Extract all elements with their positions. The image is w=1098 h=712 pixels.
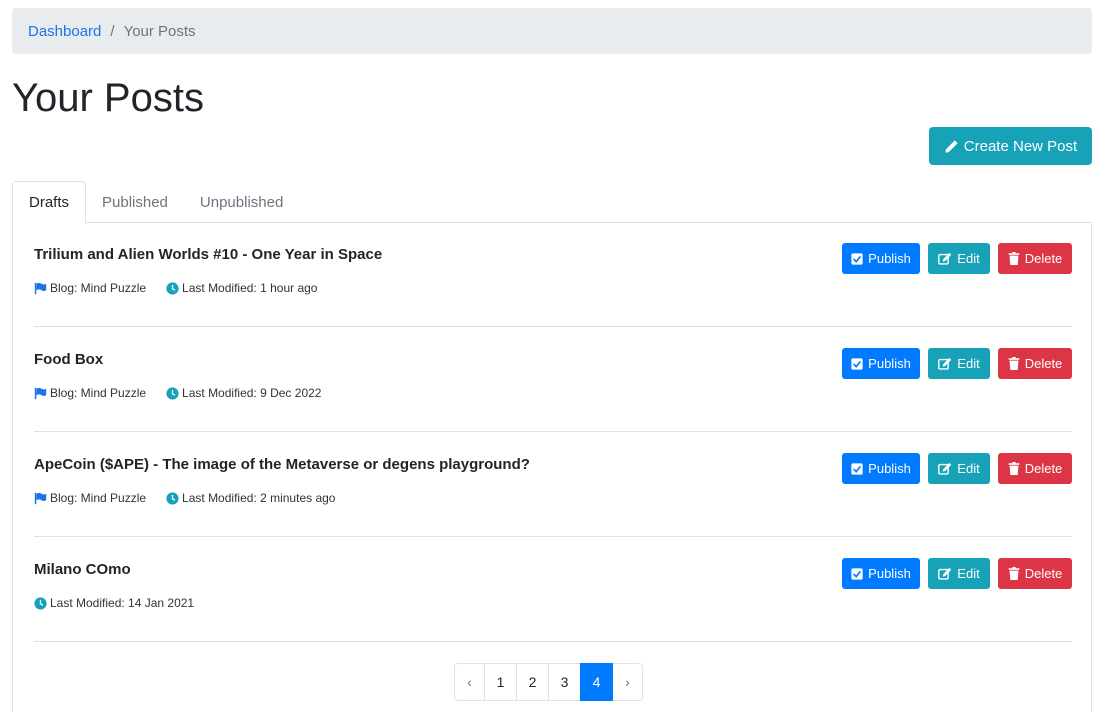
check-square-icon xyxy=(851,462,863,475)
pagination-page-3[interactable]: 3 xyxy=(548,663,581,701)
tab-drafts[interactable]: Drafts xyxy=(12,181,87,224)
post-modified-label: Last Modified: 14 Jan 2021 xyxy=(50,596,195,610)
check-square-icon xyxy=(851,252,863,265)
clock-icon xyxy=(166,281,179,295)
post-actions: Publish Edit Delete xyxy=(842,243,1072,274)
breadcrumb-separator: / xyxy=(110,22,115,40)
tab-unpublished[interactable]: Unpublished xyxy=(184,181,299,223)
post-blog: Blog: Mind Puzzle xyxy=(34,386,146,400)
publish-label: Publish xyxy=(868,566,911,581)
publish-label: Publish xyxy=(868,251,911,266)
check-square-icon xyxy=(851,567,863,580)
edit-icon xyxy=(938,357,952,370)
post-title: Food Box xyxy=(34,351,104,368)
publish-button[interactable]: Publish xyxy=(842,558,920,589)
pencil-icon xyxy=(945,139,958,153)
drafts-panel: Trilium and Alien Worlds #10 - One Year … xyxy=(12,222,1092,712)
publish-button[interactable]: Publish xyxy=(842,348,920,379)
check-square-icon xyxy=(851,357,863,370)
post-blog-label: Blog: Mind Puzzle xyxy=(50,386,147,400)
post-actions: Publish Edit Delete xyxy=(842,348,1072,379)
post-meta: Blog: Mind Puzzle Last Modified: 9 Dec 2… xyxy=(34,386,341,400)
pagination: ‹ 1 2 3 4 › xyxy=(454,663,643,701)
clock-icon xyxy=(166,491,179,505)
breadcrumb-dashboard-link[interactable]: Dashboard xyxy=(28,23,101,40)
pagination-next[interactable]: › xyxy=(612,663,643,701)
delete-label: Delete xyxy=(1024,566,1063,581)
tab-published[interactable]: Published xyxy=(86,181,184,223)
post-title: Milano COmo xyxy=(34,561,131,578)
delete-label: Delete xyxy=(1024,461,1063,476)
post-modified-label: Last Modified: 2 minutes ago xyxy=(182,491,336,505)
trash-icon xyxy=(1008,567,1019,580)
list-item: Food Box Blog: Mind Puzzle Last Modified… xyxy=(34,327,1072,432)
clock-icon xyxy=(34,596,47,610)
delete-button[interactable]: Delete xyxy=(998,453,1072,484)
post-meta: Blog: Mind Puzzle Last Modified: 1 hour … xyxy=(34,281,337,295)
post-meta: Blog: Mind Puzzle Last Modified: 2 minut… xyxy=(34,491,355,505)
delete-button[interactable]: Delete xyxy=(998,558,1072,589)
post-modified: Last Modified: 1 hour ago xyxy=(166,281,317,295)
post-actions: Publish Edit Delete xyxy=(842,558,1072,589)
pagination-page-4[interactable]: 4 xyxy=(580,663,613,701)
clock-icon xyxy=(166,386,179,400)
breadcrumb-current: Your Posts xyxy=(123,22,196,40)
post-blog: Blog: Mind Puzzle xyxy=(34,491,146,505)
flag-icon xyxy=(34,387,47,399)
edit-button[interactable]: Edit xyxy=(928,558,990,589)
edit-label: Edit xyxy=(957,251,980,266)
post-actions: Publish Edit Delete xyxy=(842,453,1072,484)
edit-label: Edit xyxy=(957,461,980,476)
delete-label: Delete xyxy=(1024,251,1063,266)
create-new-post-label: Create New Post xyxy=(963,137,1078,155)
page-title: Your Posts xyxy=(12,76,204,120)
list-item: ApeCoin ($APE) - The image of the Metave… xyxy=(34,432,1072,537)
post-blog: Blog: Mind Puzzle xyxy=(34,281,146,295)
post-modified: Last Modified: 14 Jan 2021 xyxy=(34,596,194,610)
flag-icon xyxy=(34,282,47,294)
edit-button[interactable]: Edit xyxy=(928,243,990,274)
flag-icon xyxy=(34,492,47,504)
delete-label: Delete xyxy=(1024,356,1063,371)
post-blog-label: Blog: Mind Puzzle xyxy=(50,491,147,505)
pagination-page-1[interactable]: 1 xyxy=(484,663,517,701)
pagination-prev[interactable]: ‹ xyxy=(454,663,485,701)
post-modified-label: Last Modified: 1 hour ago xyxy=(182,281,318,295)
publish-label: Publish xyxy=(868,356,911,371)
post-modified-label: Last Modified: 9 Dec 2022 xyxy=(182,386,322,400)
trash-icon xyxy=(1008,357,1019,370)
publish-button[interactable]: Publish xyxy=(842,453,920,484)
post-tabs: Drafts Published Unpublished xyxy=(12,181,1092,224)
edit-label: Edit xyxy=(957,566,980,581)
delete-button[interactable]: Delete xyxy=(998,243,1072,274)
edit-button[interactable]: Edit xyxy=(928,348,990,379)
create-new-post-button[interactable]: Create New Post xyxy=(929,127,1092,165)
post-modified: Last Modified: 9 Dec 2022 xyxy=(166,386,321,400)
post-modified: Last Modified: 2 minutes ago xyxy=(166,491,335,505)
list-item: Trilium and Alien Worlds #10 - One Year … xyxy=(34,222,1072,327)
edit-label: Edit xyxy=(957,356,980,371)
post-blog-label: Blog: Mind Puzzle xyxy=(50,281,147,295)
edit-icon xyxy=(938,252,952,265)
edit-button[interactable]: Edit xyxy=(928,453,990,484)
post-meta: Last Modified: 14 Jan 2021 xyxy=(34,596,214,610)
delete-button[interactable]: Delete xyxy=(998,348,1072,379)
trash-icon xyxy=(1008,462,1019,475)
edit-icon xyxy=(938,462,952,475)
publish-label: Publish xyxy=(868,461,911,476)
edit-icon xyxy=(938,567,952,580)
pagination-page-2[interactable]: 2 xyxy=(516,663,549,701)
list-item: Milano COmo Last Modified: 14 Jan 2021 P… xyxy=(34,537,1072,642)
publish-button[interactable]: Publish xyxy=(842,243,920,274)
post-title: Trilium and Alien Worlds #10 - One Year … xyxy=(34,246,383,263)
breadcrumb: Dashboard / Your Posts xyxy=(12,8,1092,54)
post-title: ApeCoin ($APE) - The image of the Metave… xyxy=(34,456,530,473)
trash-icon xyxy=(1008,252,1019,265)
